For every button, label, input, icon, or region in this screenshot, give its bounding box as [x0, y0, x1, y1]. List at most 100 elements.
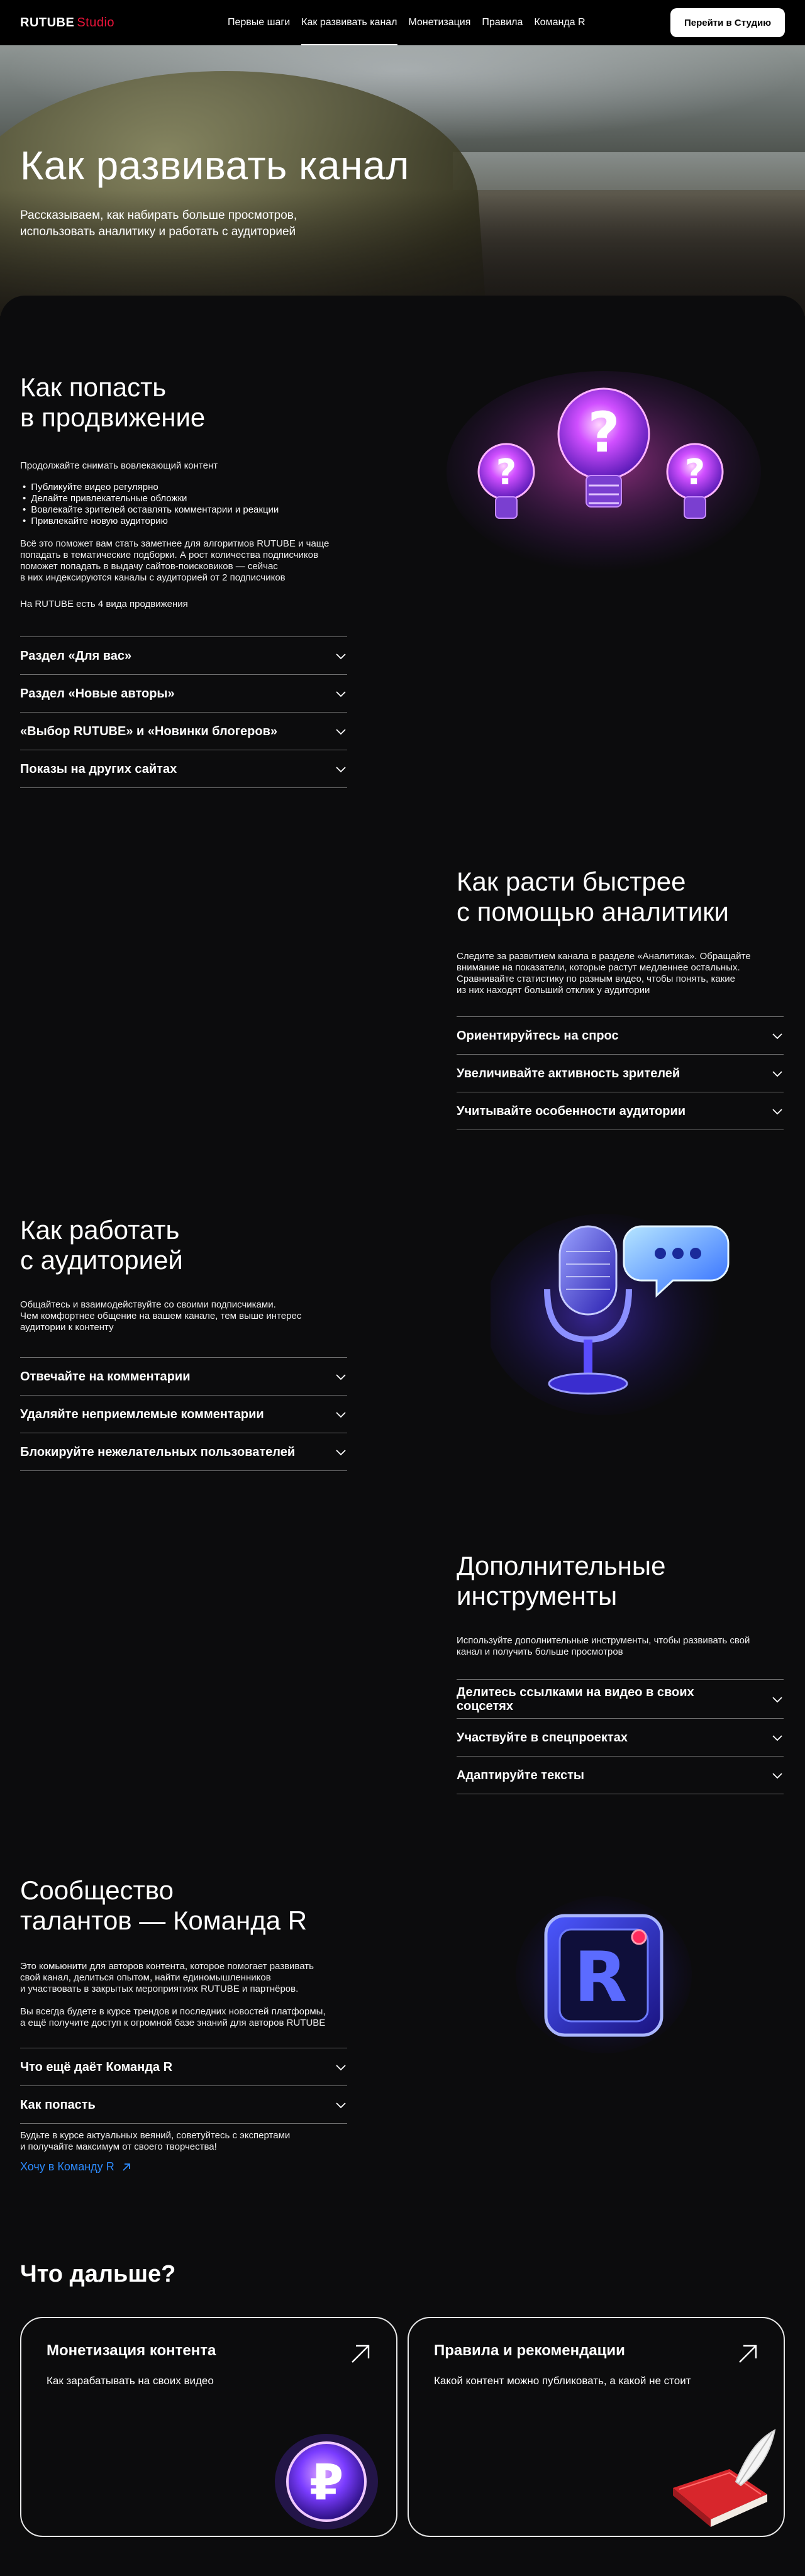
chevron-down-icon — [336, 653, 346, 659]
team-r-logo-letter: R — [574, 1937, 628, 2018]
accordion-item[interactable]: Как попасть — [20, 2086, 347, 2124]
chevron-down-icon — [336, 2064, 346, 2070]
accordion-item[interactable]: Отвечайте на комментарии — [20, 1358, 347, 1396]
page-title: Как развивать канал — [20, 143, 409, 188]
paragraph-line: Сравнивайте статистику по разным видео, … — [457, 974, 735, 984]
accordion-item[interactable]: «Выбор RUTUBE» и «Новинки блогеров» — [20, 713, 347, 750]
paragraph-line: Общайтесь и взаимодействуйте со своими п… — [20, 1299, 276, 1310]
promotion-bullets: Публикуйте видео регулярно Делайте привл… — [20, 482, 347, 527]
accordion-label: Увеличивайте активность зрителей — [457, 1066, 680, 1080]
accordion-label: Что ещё даёт Команда R — [20, 2060, 173, 2074]
nav-link-team-r[interactable]: Команда R — [534, 0, 585, 45]
paragraph-line: Вы всегда будете в курсе трендов и после… — [20, 2006, 326, 2017]
team-r-accordion: Что ещё даёт Команда R Как попасть — [20, 2048, 347, 2124]
card-title: Монетизация контента — [47, 2342, 216, 2359]
accordion-label: Удаляйте неприемлемые комментарии — [20, 1407, 264, 1421]
accordion-item[interactable]: Блокируйте нежелательных пользователей — [20, 1433, 347, 1471]
audience-title-line: Как работать — [20, 1215, 180, 1245]
paragraph-line: Будьте в курсе актуальных веяний, совету… — [20, 2130, 291, 2141]
arrow-up-right-icon — [352, 2345, 370, 2363]
team-r-title: Сообщество талантов — Команда R — [20, 1875, 347, 1936]
rutube-studio-logo[interactable]: RUTUBE Studio — [20, 16, 114, 30]
chevron-down-icon — [772, 1772, 782, 1779]
hero-subtitle-line: использовать аналитику и работать с ауди… — [20, 225, 296, 238]
paragraph-line: поможет попадать в выдачу сайтов-поисков… — [20, 561, 278, 572]
hero-subtitle: Рассказываем, как набирать больше просмо… — [20, 208, 372, 240]
paragraph-line: Всё это поможет вам стать заметнее для а… — [20, 538, 330, 549]
microphone-chat-illustration — [491, 1214, 730, 1415]
nav-link-monetization[interactable]: Монетизация — [409, 0, 471, 45]
accordion-item[interactable]: Показы на других сайтах — [20, 750, 347, 788]
accordion-label: Участвуйте в спецпроектах — [457, 1730, 628, 1745]
audience-text: Общайтесь и взаимодействуйте со своими п… — [20, 1299, 347, 1333]
svg-text:?: ? — [587, 400, 619, 465]
paragraph-line: попадать в тематические подборки. А рост… — [20, 550, 318, 560]
chevron-down-icon — [336, 691, 346, 697]
paragraph-line: в них индексируются каналы с аудиторией … — [20, 572, 286, 583]
paragraph-line: аудитории к контенту — [20, 1322, 114, 1333]
promotion-section: Как попасть в продвижение Продолжайте сн… — [20, 372, 347, 788]
hero-banner: Как развивать канал Рассказываем, как на… — [0, 45, 805, 316]
accordion-item[interactable]: Ориентируйтесь на спрос — [457, 1017, 784, 1055]
nav-link-grow-channel[interactable]: Как развивать канал — [301, 0, 397, 45]
accordion-item[interactable]: Участвуйте в спецпроектах — [457, 1719, 784, 1757]
svg-text:?: ? — [496, 452, 516, 493]
logo-brand: RUTUBE — [20, 15, 75, 30]
team-r-title-line: Сообщество — [20, 1875, 174, 1905]
tools-section: Дополнительные инструменты Используйте д… — [457, 1551, 784, 1794]
list-item: Вовлекайте зрителей оставлять комментари… — [20, 504, 347, 516]
analytics-accordion: Ориентируйтесь на спрос Увеличивайте акт… — [457, 1016, 784, 1130]
list-item: Делайте привлекательные обложки — [20, 493, 347, 504]
paragraph-line: Используйте дополнительные инструменты, … — [457, 1635, 750, 1646]
ruble-coin-icon: ₽ — [275, 2434, 378, 2529]
rules-card[interactable]: Правила и рекомендации Какой контент мож… — [408, 2317, 785, 2537]
accordion-item[interactable]: Адаптируйте тексты — [457, 1757, 784, 1794]
team-r-logo-illustration: R — [516, 1896, 692, 2053]
accordion-item[interactable]: Раздел «Для вас» — [20, 637, 347, 675]
chevron-down-icon — [772, 1070, 782, 1077]
nav-link-first-steps[interactable]: Первые шаги — [228, 0, 290, 45]
accordion-item[interactable]: Увеличивайте активность зрителей — [457, 1055, 784, 1092]
promotion-paragraph: Всё это поможет вам стать заметнее для а… — [20, 538, 347, 584]
accordion-label: Раздел «Новые авторы» — [20, 686, 175, 701]
arrow-up-right-icon — [123, 2163, 130, 2171]
join-team-r-link[interactable]: Хочу в Команду R — [20, 2160, 347, 2174]
accordion-item[interactable]: Удаляйте неприемлемые комментарии — [20, 1396, 347, 1433]
accordion-label: Учитывайте особенности аудитории — [457, 1104, 686, 1118]
analytics-title: Как расти быстрее с помощью аналитики — [457, 867, 784, 927]
promotion-lead: Продолжайте снимать вовлекающий контент — [20, 460, 218, 471]
chevron-down-icon — [336, 2102, 346, 2108]
promotion-types-note: На RUTUBE есть 4 вида продвижения — [20, 599, 188, 609]
go-to-studio-button[interactable]: Перейти в Студию — [670, 8, 785, 37]
accordion-item[interactable]: Раздел «Новые авторы» — [20, 675, 347, 713]
accordion-label: Показы на других сайтах — [20, 762, 177, 776]
whats-next-title: Что дальше? — [20, 2261, 176, 2287]
chevron-down-icon — [336, 766, 346, 772]
accordion-item[interactable]: Что ещё даёт Команда R — [20, 2048, 347, 2086]
promotion-title-line: Как попасть — [20, 372, 167, 402]
chevron-down-icon — [772, 1108, 782, 1114]
monetization-card[interactable]: Монетизация контента Как зарабатывать на… — [20, 2317, 397, 2537]
accordion-label: «Выбор RUTUBE» и «Новинки блогеров» — [20, 724, 277, 738]
accordion-item[interactable]: Делитесь ссылками на видео в своих соцсе… — [457, 1680, 784, 1719]
audience-section: Как работать с аудиторией Общайтесь и вз… — [20, 1215, 347, 1471]
analytics-text: Следите за развитием канала в разделе «А… — [457, 951, 784, 996]
team-r-section: Сообщество талантов — Команда R Это комь… — [20, 1875, 347, 2174]
paragraph-line: Это комьюнити для авторов контента, кото… — [20, 1961, 314, 1972]
paragraph-line: внимание на показатели, которые растут м… — [457, 962, 740, 973]
lightbulbs-question-illustration: ? ? ? — [447, 371, 761, 572]
top-nav: RUTUBE Studio Первые шаги Как развивать … — [0, 0, 805, 45]
team-r-text-1: Это комьюнити для авторов контента, кото… — [20, 1961, 347, 1995]
accordion-label: Как попасть — [20, 2097, 96, 2112]
paragraph-line: Следите за развитием канала в разделе «А… — [457, 951, 751, 962]
paragraph-line: свой канал, делиться опытом, найти едино… — [20, 1972, 271, 1983]
accordion-label: Делитесь ссылками на видео в своих соцсе… — [457, 1685, 694, 1713]
hero-sea-image — [453, 152, 805, 190]
paragraph-line: Чем комфортнее общение на вашем канале, … — [20, 1311, 302, 1321]
chevron-down-icon — [336, 1411, 346, 1418]
accordion-item[interactable]: Учитывайте особенности аудитории — [457, 1092, 784, 1130]
audience-title-line: с аудиторией — [20, 1245, 183, 1275]
chevron-down-icon — [336, 1374, 346, 1380]
nav-link-rules[interactable]: Правила — [482, 0, 523, 45]
tools-text: Используйте дополнительные инструменты, … — [457, 1635, 784, 1658]
